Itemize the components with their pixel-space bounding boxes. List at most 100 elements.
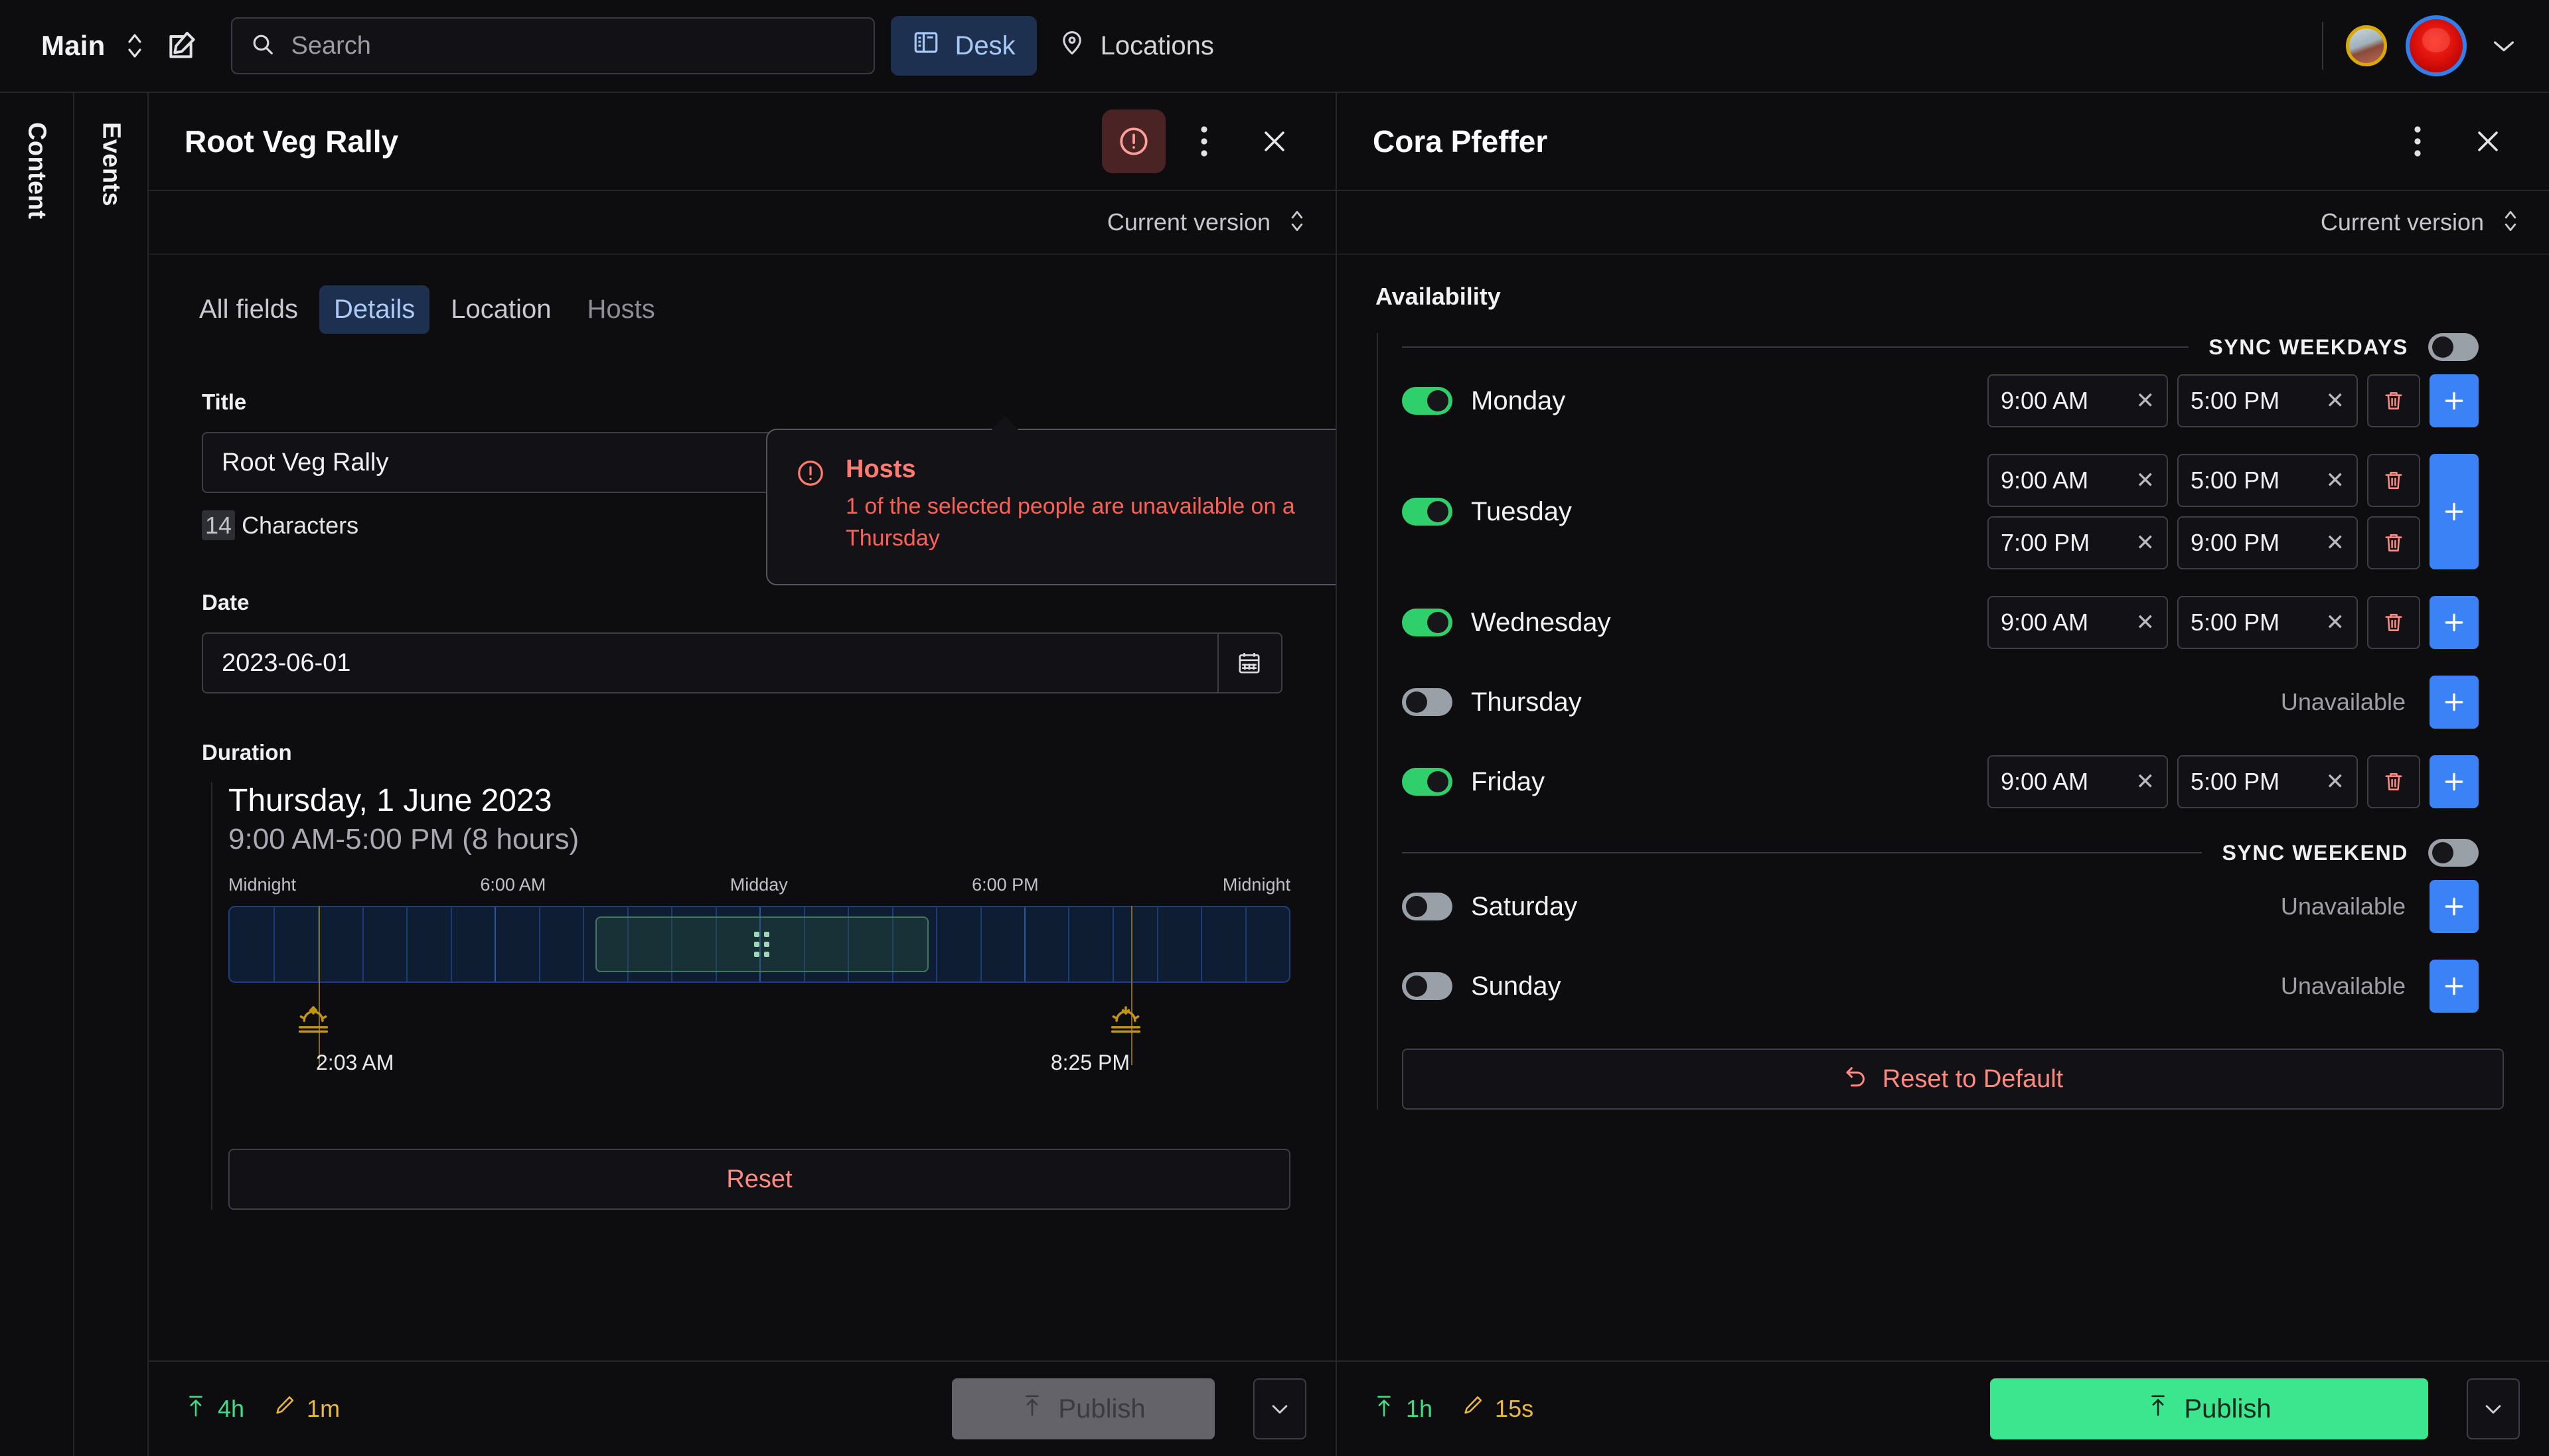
timeline-tick-labels: Midnight 6:00 AM Midday 6:00 PM Midnight [228,875,1290,895]
day-toggle-monday[interactable] [1402,387,1452,415]
search-input[interactable]: Search [231,17,875,74]
time-from-value: 9:00 AM [2001,467,2088,494]
nav-desk[interactable]: Desk [891,16,1036,76]
delete-slot-button[interactable] [2367,374,2420,427]
time-from-input[interactable]: 9:00 AM✕ [1987,374,2168,427]
reset-to-default-label: Reset to Default [1883,1065,2063,1094]
duration-date-text: Thursday, 1 June 2023 [228,782,1282,819]
person-footer: 1h 15s Pu [1337,1360,2549,1456]
date-field-label: Date [202,590,1282,615]
sync-weekdays-divider [1402,346,2189,348]
day-name-label: Friday [1471,767,1545,797]
add-slot-button[interactable] [2430,596,2479,649]
sidebar-tab-events[interactable]: Events [74,93,149,1456]
delete-slot-button[interactable] [2367,755,2420,808]
date-input-value: 2023-06-01 [222,649,350,678]
sync-weekdays-toggle[interactable] [2428,333,2479,361]
time-to-input[interactable]: 5:00 PM✕ [2177,596,2358,649]
event-footer: 4h 1m Pub [149,1360,1336,1456]
calendar-icon[interactable] [1217,634,1263,692]
clear-icon[interactable]: ✕ [2326,388,2345,414]
clear-icon[interactable]: ✕ [2326,768,2345,795]
add-slot-button[interactable] [2430,374,2479,427]
day-toggle-saturday[interactable] [1402,893,1452,920]
clear-icon[interactable]: ✕ [2326,609,2345,636]
drag-handle-icon[interactable] [754,932,769,957]
add-slot-button[interactable] [2430,454,2479,569]
add-slot-button[interactable] [2430,880,2479,933]
time-from-input[interactable]: 7:00 PM✕ [1987,516,2168,569]
sunset-time: 8:25 PM [1051,1051,1130,1075]
day-row-left: Friday [1402,767,1774,797]
day-row-thursday: ThursdayUnavailable [1402,662,2479,742]
time-from-input[interactable]: 9:00 AM ✕ [1987,454,2168,507]
reset-to-default-button[interactable]: Reset to Default [1402,1049,2504,1110]
duration-timeline: Midnight 6:00 AM Midday 6:00 PM Midnight [228,875,1290,983]
chevron-up-down-icon[interactable] [117,23,153,68]
weekend-rows: SaturdayUnavailableSundayUnavailable [1402,867,2479,1026]
more-vertical-icon[interactable] [1172,109,1236,173]
tab-location[interactable]: Location [436,285,566,334]
event-header-actions [1102,109,1306,173]
event-stat-time-value: 4h [218,1395,244,1423]
tab-details[interactable]: Details [319,285,429,334]
alert-circle-icon[interactable] [1102,109,1166,173]
sync-weekdays-label: SYNC WEEKDAYS [2208,335,2408,360]
event-version-row[interactable]: Current version [149,191,1336,255]
tab-hosts[interactable]: Hosts [572,285,669,334]
nav-locations[interactable]: Locations [1037,16,1235,76]
timeline-selection-range[interactable] [595,916,929,972]
chevron-up-down-icon[interactable] [1288,205,1306,240]
time-to-input[interactable]: 5:00 PM✕ [2177,374,2358,427]
title-field-label: Title [202,390,1282,415]
delete-slot-button[interactable] [2367,596,2420,649]
day-toggle-wednesday[interactable] [1402,609,1452,636]
chevron-up-down-icon[interactable] [2501,205,2520,240]
delete-slot-button[interactable] [2367,454,2420,507]
search-icon [250,31,276,61]
person-publish-button[interactable]: Publish [1990,1378,2428,1439]
publish-button[interactable]: Publish [952,1378,1215,1439]
clear-icon[interactable]: ✕ [2326,467,2345,494]
close-icon[interactable] [2456,109,2520,173]
time-to-input[interactable]: 5:00 PM✕ [2177,755,2358,808]
add-slot-button[interactable] [2430,755,2479,808]
time-from-input[interactable]: 9:00 AM✕ [1987,755,2168,808]
avatar-secondary[interactable] [2346,25,2387,66]
upload-icon [2147,1392,2169,1425]
day-toggle-tuesday[interactable] [1402,498,1452,526]
day-row-friday: Friday 9:00 AM✕5:00 PM✕ [1402,742,2479,822]
reset-button[interactable]: Reset [228,1149,1290,1210]
person-version-row[interactable]: Current version [1337,191,2549,255]
clear-icon[interactable]: ✕ [2136,388,2155,414]
tab-all-fields[interactable]: All fields [185,285,313,334]
compose-icon[interactable] [153,23,214,68]
sunrise-line [319,906,320,1065]
time-to-input[interactable]: 5:00 PM✕ [2177,454,2358,507]
page-title: Root Veg Rally [185,123,398,159]
publish-options-button[interactable] [1253,1378,1306,1439]
clear-icon[interactable]: ✕ [2136,609,2155,636]
chevron-down-icon[interactable] [2483,25,2525,67]
delete-slot-button[interactable] [2367,516,2420,569]
sidebar-tab-content[interactable]: Content [0,93,74,1456]
avatar-primary[interactable] [2406,15,2467,76]
time-from-input[interactable]: 9:00 AM✕ [1987,596,2168,649]
clear-icon[interactable]: ✕ [2326,530,2345,556]
date-input[interactable]: 2023-06-01 [202,632,1282,693]
day-toggle-sunday[interactable] [1402,972,1452,1000]
more-vertical-icon[interactable] [2386,109,2449,173]
clear-icon[interactable]: ✕ [2136,768,2155,795]
clear-icon[interactable]: ✕ [2136,530,2155,556]
day-toggle-friday[interactable] [1402,768,1452,796]
sidebar-tab-events-label: Events [97,122,125,1456]
day-toggle-thursday[interactable] [1402,688,1452,716]
add-slot-button[interactable] [2430,960,2479,1013]
person-publish-options-button[interactable] [2467,1378,2520,1439]
sync-weekend-toggle[interactable] [2428,839,2479,867]
time-to-input[interactable]: 9:00 PM✕ [2177,516,2358,569]
clear-icon[interactable]: ✕ [2136,467,2155,494]
add-slot-button[interactable] [2430,676,2479,729]
sunset-icon [1109,1003,1143,1041]
close-icon[interactable] [1243,109,1306,173]
